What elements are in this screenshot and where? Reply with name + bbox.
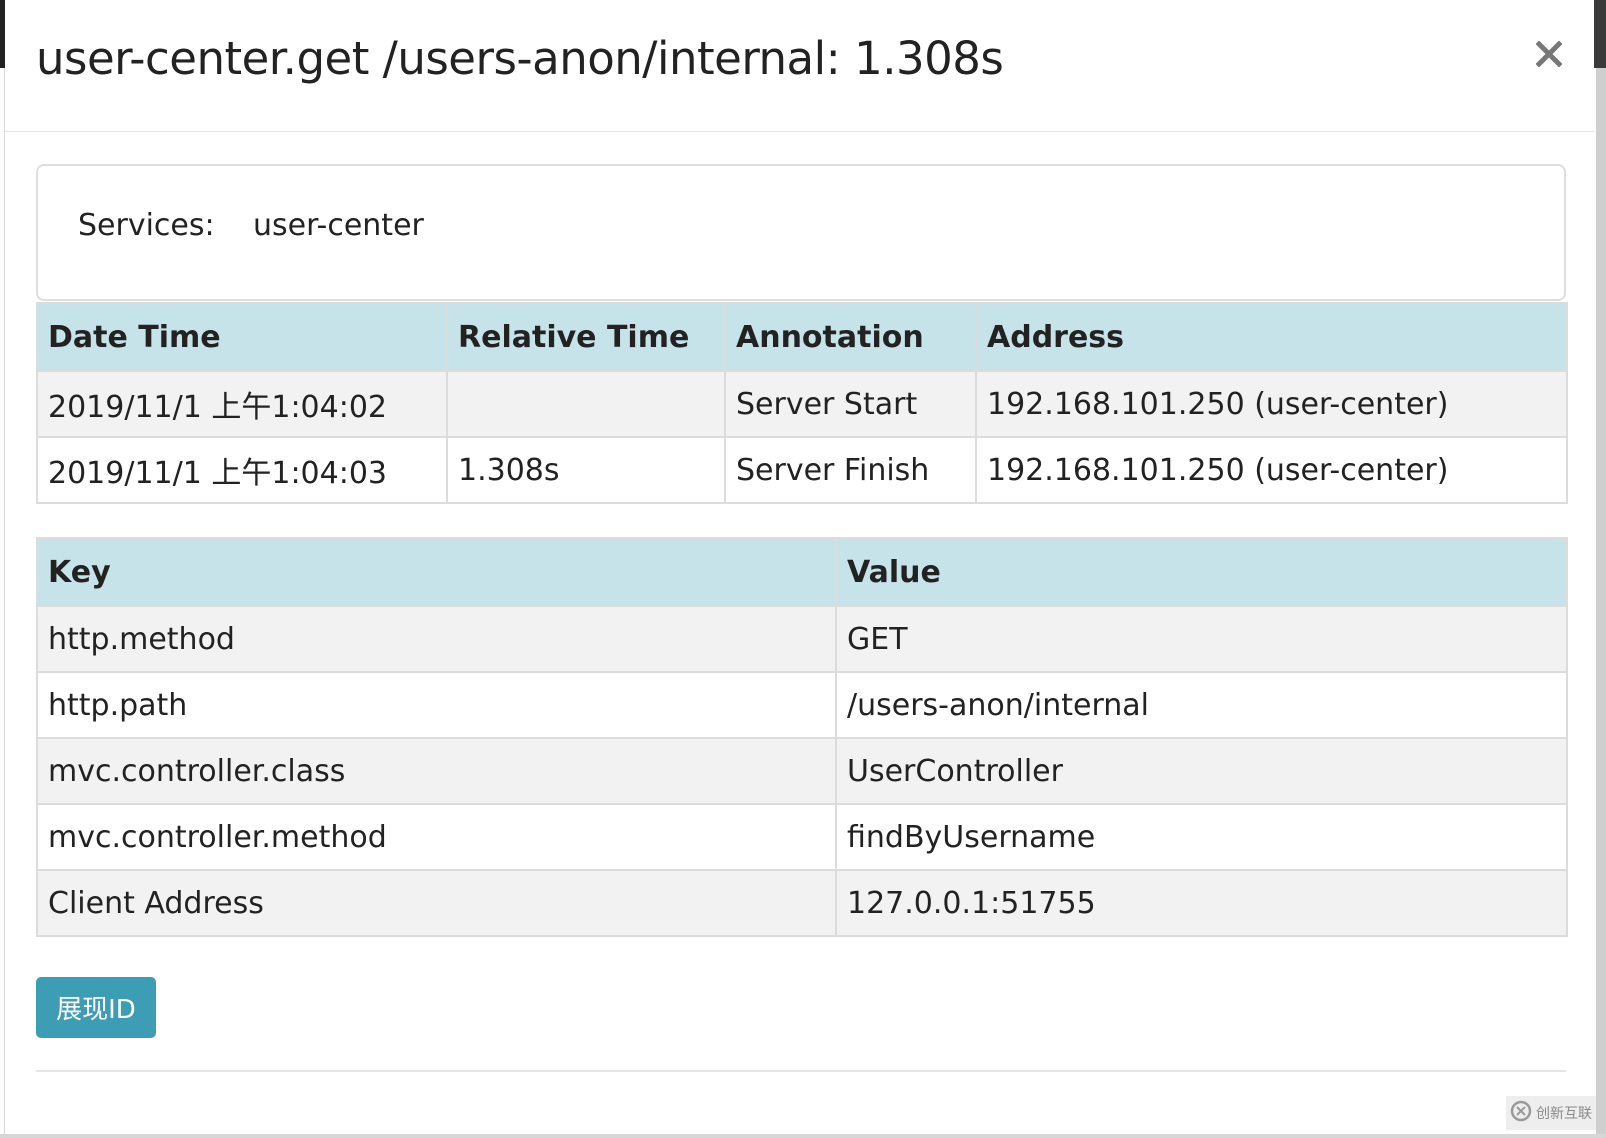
tags-header-row: Key Value <box>36 537 1568 607</box>
cell-key: http.path <box>36 671 837 739</box>
close-icon <box>1536 41 1562 67</box>
annotations-table: Date Time Relative Time Annotation Addre… <box>36 302 1568 504</box>
table-row: mvc.controller.method findByUsername <box>36 803 1568 871</box>
modal-header: user-center.get /users-anon/internal: 1.… <box>5 0 1594 132</box>
cell-key: Client Address <box>36 869 837 937</box>
scrollbar-track[interactable] <box>1596 68 1606 1138</box>
column-header-relative-time: Relative Time <box>446 302 726 372</box>
column-header-address: Address <box>975 302 1568 372</box>
annotations-header-row: Date Time Relative Time Annotation Addre… <box>36 302 1568 372</box>
table-row: http.method GET <box>36 605 1568 673</box>
column-header-annotation: Annotation <box>724 302 977 372</box>
cell-address: 192.168.101.250 (user-center) <box>975 436 1568 504</box>
cell-address: 192.168.101.250 (user-center) <box>975 370 1568 438</box>
tags-table: Key Value http.method GET http.path /use… <box>36 537 1568 937</box>
cell-date-time: 2019/11/1 上午1:04:03 <box>36 436 448 504</box>
services-panel: Services: user-center <box>36 164 1566 301</box>
table-row: 2019/11/1 上午1:04:03 1.308s Server Finish… <box>36 436 1568 504</box>
cell-value: GET <box>835 605 1568 673</box>
modal-title: user-center.get /users-anon/internal: 1.… <box>36 32 1004 85</box>
cell-value: 127.0.0.1:51755 <box>835 869 1568 937</box>
table-row: 2019/11/1 上午1:04:02 Server Start 192.168… <box>36 370 1568 438</box>
watermark: 创新互联 <box>1506 1096 1596 1130</box>
cell-annotation: Server Start <box>724 370 977 438</box>
cell-annotation: Server Finish <box>724 436 977 504</box>
services-label: Services: <box>78 208 215 243</box>
logo-icon <box>1510 1100 1532 1126</box>
modal-border-left <box>4 68 5 1138</box>
watermark-text: 创新互联 <box>1536 1106 1592 1122</box>
table-row: mvc.controller.class UserController <box>36 737 1568 805</box>
show-id-button[interactable]: 展现ID <box>36 977 156 1038</box>
column-header-date-time: Date Time <box>36 302 448 372</box>
close-button[interactable] <box>1527 32 1571 76</box>
table-row: Client Address 127.0.0.1:51755 <box>36 869 1568 937</box>
services-value: user-center <box>253 208 424 243</box>
cell-key: mvc.controller.class <box>36 737 837 805</box>
cell-value: findByUsername <box>835 803 1568 871</box>
column-header-key: Key <box>36 537 837 607</box>
cell-key: mvc.controller.method <box>36 803 837 871</box>
cell-relative-time <box>446 370 726 438</box>
table-row: http.path /users-anon/internal <box>36 671 1568 739</box>
modal-border-bottom <box>0 1134 1606 1138</box>
column-header-value: Value <box>835 537 1568 607</box>
cell-key: http.method <box>36 605 837 673</box>
cell-date-time: 2019/11/1 上午1:04:02 <box>36 370 448 438</box>
cell-value: UserController <box>835 737 1568 805</box>
cell-value: /users-anon/internal <box>835 671 1568 739</box>
page: user-center.get /users-anon/internal: 1.… <box>0 0 1606 1138</box>
cell-relative-time: 1.308s <box>446 436 726 504</box>
footer-divider <box>36 1070 1566 1072</box>
backdrop-edge-right <box>1594 0 1606 68</box>
